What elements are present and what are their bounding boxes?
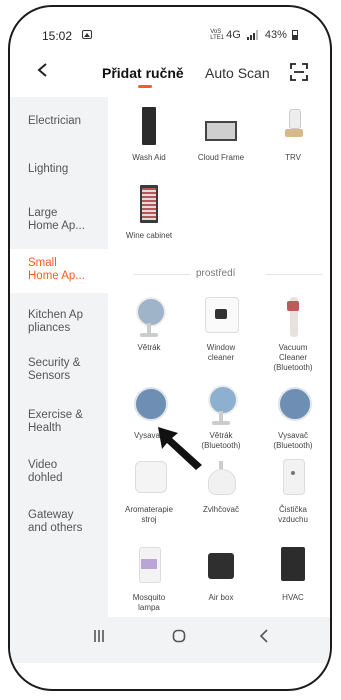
sidebar-item-video-surveillance[interactable]: Video dohled (28, 459, 63, 485)
active-tab-indicator (138, 85, 152, 88)
fan-bt-icon (199, 383, 243, 427)
robot-vacuum-icon (127, 383, 171, 427)
device-trv[interactable]: TRV (258, 105, 328, 163)
section-title: prostředí (196, 268, 236, 279)
section-divider-left (134, 274, 190, 275)
sidebar-item-security-sensors[interactable]: Security & Sensors (28, 357, 80, 383)
tab-auto-scan[interactable]: Auto Scan (205, 65, 270, 81)
scan-icon[interactable] (290, 63, 308, 81)
volte-indicator: VoS LTE1 (210, 29, 225, 42)
mosquito-lamp-icon (127, 545, 171, 589)
back-arrow-icon[interactable] (36, 63, 50, 77)
system-nav-bar (10, 617, 330, 663)
wash-aid-icon (127, 105, 171, 149)
signal-icon (246, 30, 258, 41)
device-hvac[interactable]: HVAC (258, 545, 328, 603)
status-time: 15:02 (42, 29, 73, 43)
image-notification-icon (82, 30, 92, 39)
sidebar-item-small-home-appliances[interactable]: Small Home Ap... (28, 257, 85, 283)
sidebar-item-large-home-appliances[interactable]: Large Home Ap... (28, 207, 85, 233)
trv-icon (271, 105, 315, 149)
device-fan[interactable]: Větrák (114, 295, 184, 353)
device-window-cleaner[interactable]: Window cleaner (186, 295, 256, 363)
device-grid: Wash Aid Cloud Frame TRV Wine cabinet pr… (108, 97, 330, 617)
section-divider-right (266, 274, 322, 275)
status-indicators: VoS LTE1 4G 43% (210, 29, 298, 41)
tab-add-manually[interactable]: Přidat ručně (102, 65, 184, 81)
wine-cabinet-icon (127, 183, 171, 227)
phone-frame: 15:02 VoS LTE1 4G 43% Přidat ručně Auto Sc… (8, 5, 332, 691)
hvac-icon (271, 545, 315, 589)
status-bar: 15:02 VoS LTE1 4G 43% (10, 29, 330, 49)
sidebar-item-lighting[interactable]: Lighting (28, 163, 68, 176)
device-robot-vacuum-bluetooth[interactable]: Vysavač (Bluetooth) (258, 383, 328, 451)
cloud-frame-icon (199, 105, 243, 149)
air-purifier-icon (271, 457, 315, 501)
network-type: 4G (226, 29, 241, 41)
device-air-box[interactable]: Air box (186, 545, 256, 603)
top-bar: Přidat ručně Auto Scan (10, 55, 330, 95)
robot-vacuum-bt-icon (271, 383, 315, 427)
device-air-purifier[interactable]: Čistička vzduchu (258, 457, 328, 525)
battery-percent: 43% (264, 29, 287, 41)
section-environment: prostředí (122, 268, 322, 280)
device-wine-cabinet[interactable]: Wine cabinet (114, 183, 184, 241)
device-cloud-frame[interactable]: Cloud Frame (186, 105, 256, 163)
air-box-icon (199, 545, 243, 589)
sidebar-item-exercise-health[interactable]: Exercise & Health (28, 409, 83, 435)
back-nav-icon[interactable] (258, 629, 270, 643)
device-wash-aid[interactable]: Wash Aid (114, 105, 184, 163)
sidebar-item-kitchen-appliances[interactable]: Kitchen Ap pliances (28, 309, 83, 335)
recent-apps-icon[interactable] (92, 629, 106, 643)
sidebar-item-gateway-others[interactable]: Gateway and others (28, 509, 82, 535)
fan-icon (127, 295, 171, 339)
category-sidebar: Electrician Lighting Large Home Ap... Sm… (10, 97, 108, 617)
sidebar-item-electrician[interactable]: Electrician (28, 115, 81, 128)
vacuum-cleaner-bt-icon (271, 295, 315, 339)
battery-icon (292, 30, 298, 41)
pointer-arrow-icon (158, 427, 202, 470)
device-vacuum-cleaner-bluetooth[interactable]: Vacuum Cleaner (Bluetooth) (258, 295, 328, 373)
home-icon[interactable] (172, 629, 186, 643)
device-mosquito-lamp[interactable]: Mosquito lampa (114, 545, 184, 613)
window-cleaner-icon (199, 295, 243, 339)
